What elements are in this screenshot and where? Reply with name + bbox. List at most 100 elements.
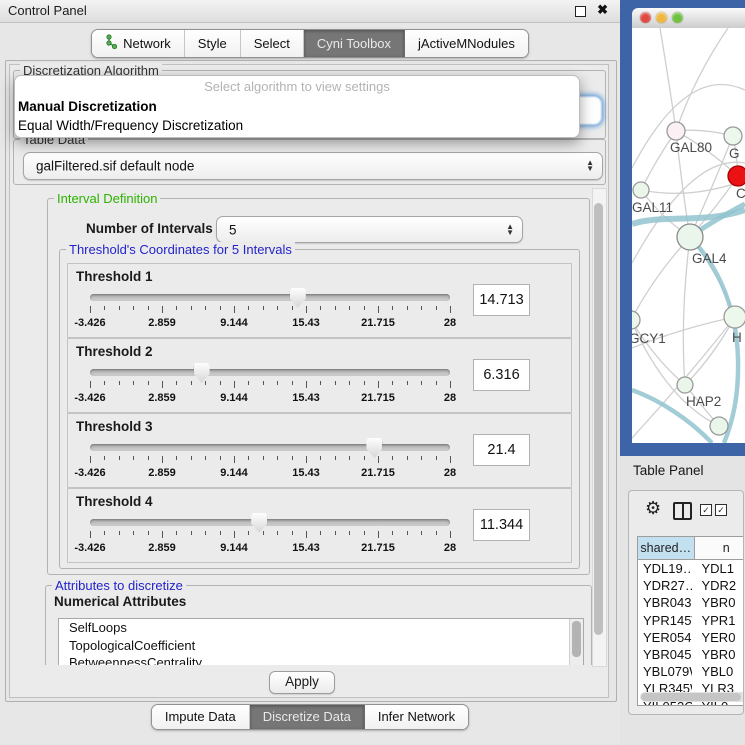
control-panel-titlebar: Control Panel ✖ [0,0,620,23]
table-row[interactable]: YDL19…YDL1 [638,560,744,577]
split-columns-icon[interactable] [673,502,692,520]
apply-button[interactable]: Apply [269,671,335,694]
table-data-combo[interactable]: galFiltered.sif default node ▲ ▼ [23,152,603,180]
network-node[interactable] [710,417,728,435]
threshold-slider[interactable]: -3.4262.8599.14415.4321.71528 [90,513,450,559]
table-hscrollbar[interactable] [640,692,744,702]
table-row[interactable]: YER054CYER0 [638,629,744,646]
close-traffic-light[interactable] [640,12,651,23]
node-table[interactable]: shared… n YDL19…YDL1YDR27…YDR2YBR043CYBR… [637,536,744,706]
network-edge [632,237,690,320]
float-window-icon[interactable] [575,6,586,17]
threshold-slider[interactable]: -3.4262.8599.14415.4321.71528 [90,363,450,409]
network-node[interactable] [633,182,649,198]
tick-mark [148,306,149,310]
tick-label: 28 [444,317,456,329]
tick-mark [407,531,408,535]
group-title: Attributes to discretize [52,578,186,593]
table-row[interactable]: YBR043CYBR0 [638,594,744,611]
table-row[interactable]: YBR045CYBR0 [638,646,744,663]
tab-label: jActiveMNodules [418,36,515,51]
node-label: C [736,186,745,201]
checkbox-icon[interactable]: ✓ [715,504,727,516]
tab-impute-data[interactable]: Impute Data [152,705,250,729]
list-item[interactable]: TopologicalCoefficient [59,637,583,655]
node-label: GCY1 [632,331,666,346]
tick-mark [263,306,264,310]
num-intervals-value: 5 [229,222,237,237]
tab-jactivemnodules[interactable]: jActiveMNodules [405,30,528,57]
tick-mark [220,381,221,385]
tab-label: Impute Data [165,709,236,724]
network-icon [105,34,118,52]
tab-style[interactable]: Style [185,30,241,57]
gear-icon[interactable]: ⚙ [645,498,661,519]
threshold-slider[interactable]: -3.4262.8599.14415.4321.71528 [90,438,450,484]
cell-shared-name: YER054C [638,629,692,646]
minimize-traffic-light[interactable] [656,12,667,23]
threshold-value-field[interactable] [473,284,530,316]
network-node[interactable] [724,127,742,145]
network-edge [683,237,690,385]
tab-discretize-data[interactable]: Discretize Data [250,705,365,729]
tab-select[interactable]: Select [241,30,304,57]
slider-thumb[interactable] [194,363,210,383]
network-node[interactable] [677,377,693,393]
slider-thumb[interactable] [251,513,267,533]
scrollbar-thumb[interactable] [641,693,741,701]
network-node[interactable] [728,166,745,186]
tick-mark [436,381,437,385]
slider-thumb[interactable] [366,438,382,458]
tick-mark [407,306,408,310]
threshold-slider[interactable]: -3.4262.8599.14415.4321.71528 [90,288,450,334]
network-node[interactable] [667,122,685,140]
tab-label: Style [198,36,227,51]
settings-scrollbar[interactable] [592,188,607,667]
node-label: GAL11 [632,200,673,215]
slider-track [90,369,450,376]
dropdown-option[interactable]: Equal Width/Frequency Discretization [15,116,579,135]
threshold-value-field[interactable] [473,359,530,391]
slider-thumb[interactable] [290,288,306,308]
list-item[interactable]: SelfLoops [59,619,583,637]
tab-infer-network[interactable]: Infer Network [365,705,468,729]
table-row[interactable]: YPR145WYPR1 [638,612,744,629]
tick-mark [392,531,393,535]
tick-mark [119,456,120,460]
threshold-value-field[interactable] [473,509,530,541]
tick-mark [292,456,293,460]
tick-mark [205,531,206,535]
table-row[interactable]: YDR27…YDR2 [638,577,744,594]
zoom-traffic-light[interactable] [672,12,683,23]
slider-ticks [90,306,450,314]
combo-stepper-icon: ▲ ▼ [586,160,594,172]
table-row[interactable]: YBL079WYBL0 [638,663,744,680]
table-data-group: Table Data galFiltered.sif default node … [13,139,606,185]
list-item[interactable]: BetweennessCentrality [59,654,583,665]
checkbox-icon[interactable]: ✓ [700,504,712,516]
cell-shared-name: YPR145W [638,612,692,629]
scrollbar-thumb[interactable] [572,621,581,657]
dropdown-prompt: Select algorithm to view settings [15,76,579,97]
network-canvas[interactable]: GAL80GGAL11GAL4GCY1HHAP2C [632,28,745,443]
threshold-value-field[interactable] [473,434,530,466]
list-scrollbar[interactable] [569,619,583,665]
dropdown-option[interactable]: Manual Discretization [15,97,579,116]
network-node[interactable] [632,311,640,329]
tab-network[interactable]: Network [92,30,185,57]
num-intervals-combo[interactable]: 5 ▲ ▼ [216,216,523,243]
network-view-window: GAL80GGAL11GAL4GCY1HHAP2C [620,0,745,456]
network-edge [660,28,676,131]
slider-ticks [90,456,450,464]
network-node[interactable] [724,306,745,328]
tick-mark [349,306,350,310]
network-node[interactable] [677,224,703,250]
tab-cyni-toolbox[interactable]: Cyni Toolbox [304,30,405,57]
thresholds-group: Threshold's Coordinates for 5 Intervals … [59,249,580,569]
tick-mark [436,456,437,460]
scrollbar-thumb[interactable] [594,203,603,635]
column-header-name[interactable]: n [695,537,744,559]
close-icon[interactable]: ✖ [597,2,608,18]
column-header-shared-name[interactable]: shared… [638,537,695,559]
numerical-attributes-list[interactable]: SelfLoopsTopologicalCoefficientBetweenne… [58,618,584,665]
